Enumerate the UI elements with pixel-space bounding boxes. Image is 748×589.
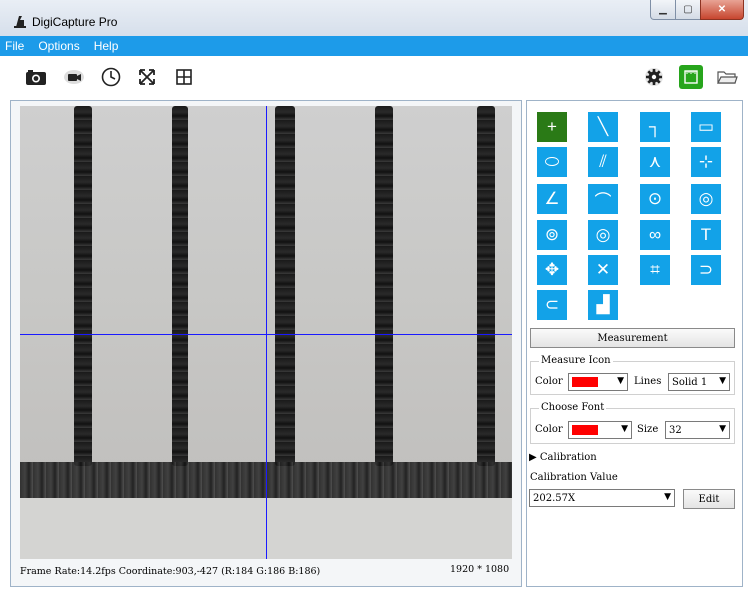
undo-tool[interactable]: ⊃: [691, 255, 721, 285]
circle-center-tool[interactable]: ⊙: [640, 184, 670, 214]
rectangle-tool[interactable]: ▭: [691, 112, 721, 142]
app-logo-icon: [14, 16, 26, 28]
center-point-tool[interactable]: ⊹: [691, 147, 721, 177]
measure-color-label: Color: [535, 376, 563, 387]
two-circles-tool[interactable]: ∞: [640, 220, 670, 250]
line-tool[interactable]: ╲: [588, 112, 618, 142]
chevron-down-icon: ▼: [719, 424, 726, 434]
fullscreen-icon[interactable]: [135, 65, 159, 89]
step-line-tool[interactable]: ┐: [640, 112, 670, 142]
settings-icon[interactable]: [642, 65, 666, 89]
angle-tool[interactable]: ∠: [537, 184, 567, 214]
grid-icon[interactable]: [172, 65, 196, 89]
parallel-lines-tool[interactable]: ⫽: [588, 147, 618, 177]
calibration-value-label: Calibration Value: [530, 472, 618, 483]
clear-tool[interactable]: ▟: [588, 290, 618, 320]
circle-points-tool[interactable]: ◎: [691, 184, 721, 214]
open-folder-icon[interactable]: [715, 65, 739, 89]
measure-panel-icon[interactable]: [679, 65, 703, 89]
close-icon[interactable]: ✕: [700, 0, 744, 20]
calibration-value-dropdown[interactable]: 202.57X ▼: [529, 489, 675, 507]
window-controls: ▁ ▢ ✕: [650, 0, 744, 20]
lines-value: Solid 1: [672, 376, 708, 388]
camera-viewport[interactable]: [20, 106, 512, 559]
measure-color-swatch: [572, 377, 598, 387]
measure-color-dropdown[interactable]: ▼: [568, 373, 628, 391]
concentric-circle-tool[interactable]: ◎: [588, 220, 618, 250]
title-bar: DigiCapture Pro ▁ ▢ ✕: [0, 0, 748, 36]
fiber-strand: [477, 106, 495, 466]
calibration-value: 202.57X: [533, 492, 576, 504]
menu-options[interactable]: Options: [38, 39, 79, 53]
font-color-dropdown[interactable]: ▼: [568, 421, 632, 439]
crosshair-horizontal: [20, 334, 512, 335]
font-size-dropdown[interactable]: 32 ▼: [665, 421, 730, 439]
font-color-swatch: [572, 425, 598, 435]
measure-icon-title: Measure Icon: [539, 355, 613, 366]
camera-icon[interactable]: [24, 65, 48, 89]
window-title: DigiCapture Pro: [32, 15, 118, 29]
lines-dropdown[interactable]: Solid 1 ▼: [668, 373, 730, 391]
chevron-down-icon: ▼: [664, 492, 671, 502]
lines-label: Lines: [634, 376, 662, 387]
font-color-label: Color: [535, 424, 563, 435]
angle-lines-tool[interactable]: ⋏: [640, 147, 670, 177]
status-text: Frame Rate:14.2fps Coordinate:903,-427 (…: [20, 566, 321, 577]
edit-button[interactable]: Edit: [683, 489, 735, 509]
minimize-icon[interactable]: ▁: [650, 0, 676, 20]
move-tool[interactable]: ✥: [537, 255, 567, 285]
fiber-strand: [375, 106, 393, 466]
text-tool[interactable]: T: [691, 220, 721, 250]
crop-tool[interactable]: ⌗: [640, 255, 670, 285]
chevron-down-icon: ▼: [719, 376, 726, 386]
arc-tool[interactable]: ⌒: [588, 184, 618, 214]
menu-help[interactable]: Help: [94, 39, 119, 53]
polygon-tool[interactable]: ⬭: [537, 147, 567, 177]
crosshair-vertical: [266, 106, 267, 559]
delete-tool[interactable]: ✕: [588, 255, 618, 285]
choose-font-title: Choose Font: [539, 402, 607, 413]
calibration-label: Calibration: [539, 452, 597, 463]
video-icon[interactable]: [62, 65, 86, 89]
menu-bar: File Options Help: [0, 36, 748, 56]
fiber-strand: [275, 106, 295, 466]
crosshair-tool[interactable]: +: [537, 112, 567, 142]
triangle-right-icon: ▶: [529, 452, 537, 463]
menu-file[interactable]: File: [5, 39, 24, 53]
calibration-toggle[interactable]: ▶ Calibration: [529, 452, 597, 463]
measurement-button[interactable]: Measurement: [530, 328, 735, 348]
toolbar: [0, 56, 748, 98]
fiber-strand: [74, 106, 92, 466]
three-point-circle-tool[interactable]: ⊚: [537, 220, 567, 250]
maximize-icon[interactable]: ▢: [675, 0, 701, 20]
timer-icon[interactable]: [99, 65, 123, 89]
resolution-text: 1920 * 1080: [450, 564, 510, 575]
font-size-value: 32: [669, 424, 682, 436]
chevron-down-icon: ▼: [621, 424, 628, 434]
fiber-strand: [172, 106, 188, 466]
chevron-down-icon: ▼: [617, 376, 624, 386]
size-label: Size: [637, 424, 659, 435]
redo-tool[interactable]: ⊂: [537, 290, 567, 320]
